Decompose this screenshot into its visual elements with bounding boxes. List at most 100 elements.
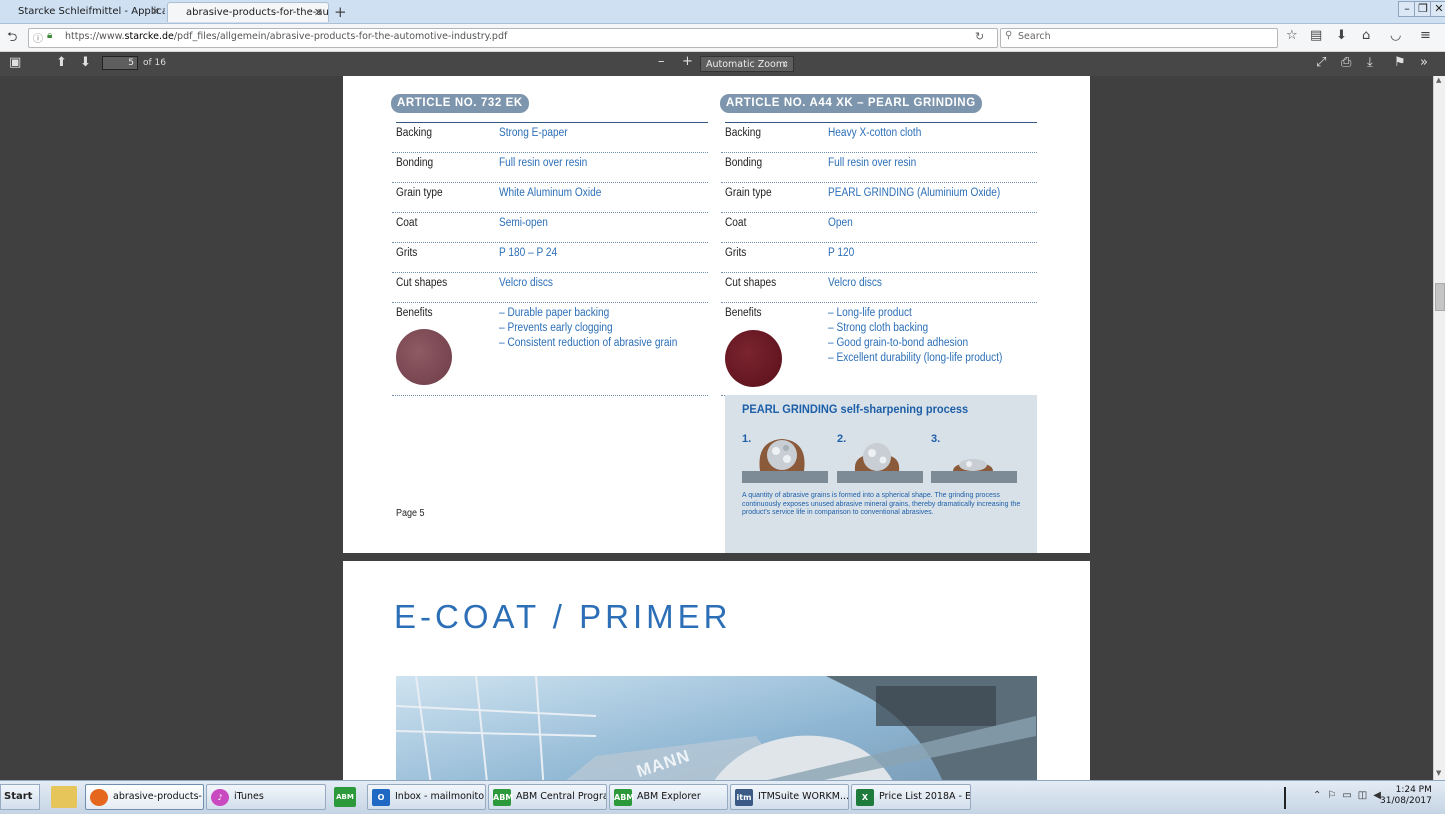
taskbar-item-label: ITMSuite WORKM...: [758, 791, 849, 802]
taskbar-item-firefox[interactable]: abrasive-products-...: [85, 784, 204, 810]
scroll-down-icon[interactable]: ▼: [1436, 769, 1441, 777]
zoom-select[interactable]: Automatic Zoom ⇕: [700, 56, 794, 72]
back-icon[interactable]: ⮌: [7, 28, 17, 50]
taskbar-item-label: abrasive-products-...: [113, 791, 204, 802]
info-icon[interactable]: ⓘ: [33, 30, 43, 45]
next-page-icon[interactable]: ⬇: [80, 55, 91, 70]
row-value: Open: [828, 217, 853, 229]
row-label: Bonding: [725, 157, 763, 169]
file-explorer-icon[interactable]: [51, 786, 77, 808]
table-row: Bonding Full resin over resin: [721, 153, 1037, 183]
new-tab-icon[interactable]: +: [334, 3, 347, 21]
system-tray-icons[interactable]: ⌃⚐▭◫◀: [1313, 790, 1387, 801]
step-1-illustration: [742, 439, 828, 483]
start-button[interactable]: Start: [0, 784, 40, 810]
close-tab-icon[interactable]: ✕: [151, 2, 160, 22]
infobox-caption: A quantity of abrasive grains is formed …: [742, 492, 1021, 516]
article-title-right: ARTICLE NO. A44 XK – PEARL GRINDING: [720, 94, 982, 113]
benefit-item: – Durable paper backing: [499, 307, 610, 319]
itunes-icon: ♪: [211, 789, 229, 806]
zoom-in-icon[interactable]: +: [682, 54, 693, 69]
bookmark-star-icon[interactable]: ☆: [1286, 28, 1298, 43]
itm-icon: itm: [735, 789, 753, 806]
article-title-left: ARTICLE NO. 732 EK: [391, 94, 529, 113]
presentation-mode-icon[interactable]: ⤢: [1316, 55, 1326, 70]
row-value: Heavy X-cotton cloth: [828, 127, 922, 139]
zoom-value: Automatic Zoom: [706, 59, 786, 70]
row-value: P 120: [828, 247, 855, 259]
benefit-item: – Prevents early clogging: [499, 322, 613, 334]
tab-label: Starcke Schleifmittel - Applicatio: [18, 6, 165, 17]
row-label: Coat: [396, 217, 418, 229]
table-row: Cut shapes Velcro discs: [392, 273, 708, 303]
tab-label: abrasive-products-for-the-autom: [186, 7, 329, 18]
table-row: Bonding Full resin over resin: [392, 153, 708, 183]
pdf-page-5: ARTICLE NO. 732 EK Backing Strong E-paper…: [343, 76, 1090, 553]
benefit-item: – Strong cloth backing: [828, 322, 929, 334]
paint-line-photo: MANN: [396, 676, 1037, 780]
row-label: Backing: [725, 127, 762, 139]
benefits-row: Benefits – Long-life product – Strong cl…: [721, 303, 1037, 396]
infobox-title: PEARL GRINDING self-sharpening process: [742, 402, 969, 416]
taskbar-item-excel[interactable]: X Price List 2018A - Ex...: [851, 784, 971, 810]
pdf-viewer[interactable]: ARTICLE NO. 732 EK Backing Strong E-paper…: [0, 76, 1433, 780]
tab-starcke[interactable]: Starcke Schleifmittel - Applicatio ✕: [0, 2, 165, 22]
row-label: Grain type: [725, 187, 772, 199]
benefit-item: – Good grain-to-bond adhesion: [828, 337, 969, 349]
row-value: White Aluminum Oxide: [499, 187, 602, 199]
page-count: of 16: [143, 58, 166, 68]
row-label: Backing: [396, 127, 433, 139]
print-icon[interactable]: ⎙: [1341, 55, 1351, 70]
clock[interactable]: 1:24 PM 31/08/2017: [1380, 785, 1432, 807]
benefits-row: Benefits – Durable paper backing – Preve…: [392, 303, 708, 396]
benefit-item: – Excellent durability (long-life produc…: [828, 352, 1003, 364]
lock-icon: 🔒︎: [47, 30, 53, 41]
row-label: Cut shapes: [396, 277, 448, 289]
abm-icon: ABM: [614, 789, 634, 806]
reading-list-icon[interactable]: ▤: [1310, 28, 1322, 43]
tools-icon[interactable]: »: [1420, 55, 1428, 70]
taskbar-item-outlook[interactable]: O Inbox - mailmonitor...: [367, 784, 486, 810]
row-label: Grits: [725, 247, 747, 259]
zoom-out-icon[interactable]: –: [658, 54, 665, 69]
page-number-input[interactable]: 5: [102, 56, 138, 70]
previous-page-icon[interactable]: ⬆: [56, 55, 67, 70]
menu-icon[interactable]: ≡: [1420, 28, 1431, 43]
taskbar-item-abm-central[interactable]: ABMABM Central Program: [488, 784, 607, 810]
table-row: Grits P 120: [721, 243, 1037, 273]
taskbar-item-itunes[interactable]: ♪ iTunes: [206, 784, 326, 810]
abrasive-disc-image: [725, 330, 782, 387]
close-window-icon[interactable]: ✕: [1430, 1, 1445, 17]
url-bar[interactable]: ⓘ 🔒︎ https://www.starcke.de/pdf_files/al…: [28, 28, 998, 48]
taskbar-item-label: ABM Explorer: [637, 791, 701, 802]
save-icon[interactable]: ⤓: [1367, 55, 1373, 70]
bookmark-icon[interactable]: ⚑: [1394, 55, 1406, 70]
pdf-toolbar: ▣ ⬆ ⬇ 5 of 16 – + Automatic Zoom ⇕ ⤢ ⎙ ⤓ …: [0, 52, 1445, 76]
home-icon[interactable]: ⌂: [1362, 28, 1370, 43]
search-placeholder: Search: [1018, 31, 1051, 42]
step-3-illustration: [931, 459, 1017, 483]
divider: [1284, 787, 1286, 809]
row-label: Benefits: [396, 307, 433, 319]
pocket-icon[interactable]: ◡: [1390, 28, 1401, 43]
table-row: Coat Open: [721, 213, 1037, 243]
page-number-label: Page 5: [396, 508, 425, 519]
download-icon[interactable]: ⬇: [1336, 28, 1347, 43]
taskbar-item-itmsuite[interactable]: itm ITMSuite WORKM...: [730, 784, 849, 810]
row-label: Bonding: [396, 157, 434, 169]
scroll-up-icon[interactable]: ▲: [1436, 76, 1441, 84]
search-input[interactable]: ⚲ Search: [1000, 28, 1278, 48]
vertical-scrollbar[interactable]: ▲ ▼: [1433, 76, 1445, 780]
abm-icon[interactable]: ABM: [334, 787, 356, 807]
reload-icon[interactable]: ↻: [975, 30, 984, 43]
step-2-illustration: [837, 443, 923, 483]
tab-pdf-active[interactable]: abrasive-products-for-the-autom ✕: [167, 2, 329, 22]
section-heading: E-COAT / PRIMER: [394, 598, 732, 635]
taskbar-item-abm-explorer[interactable]: ABM ABM Explorer: [609, 784, 728, 810]
scrollbar-thumb[interactable]: [1435, 283, 1445, 311]
table-row: Backing Heavy X-cotton cloth: [721, 123, 1037, 153]
row-value: Full resin over resin: [828, 157, 917, 169]
close-tab-icon[interactable]: ✕: [314, 3, 323, 22]
sidebar-toggle-icon[interactable]: ▣: [9, 55, 21, 70]
pdf-page-6: E-COAT / PRIMER MANN: [343, 561, 1090, 780]
